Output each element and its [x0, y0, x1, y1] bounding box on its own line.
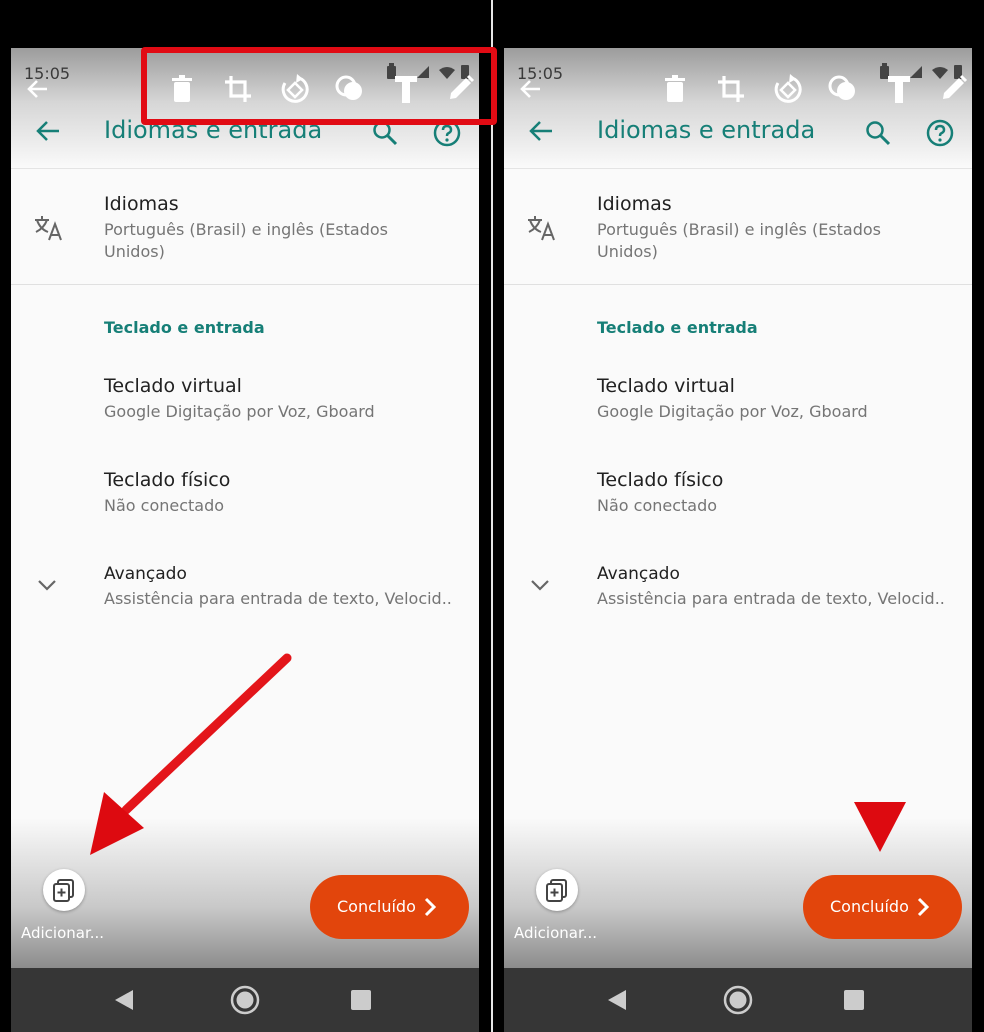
annotation-arrows — [90, 565, 906, 855]
arrow-to-done-button — [854, 565, 906, 852]
arrow-to-add-button — [90, 653, 292, 855]
